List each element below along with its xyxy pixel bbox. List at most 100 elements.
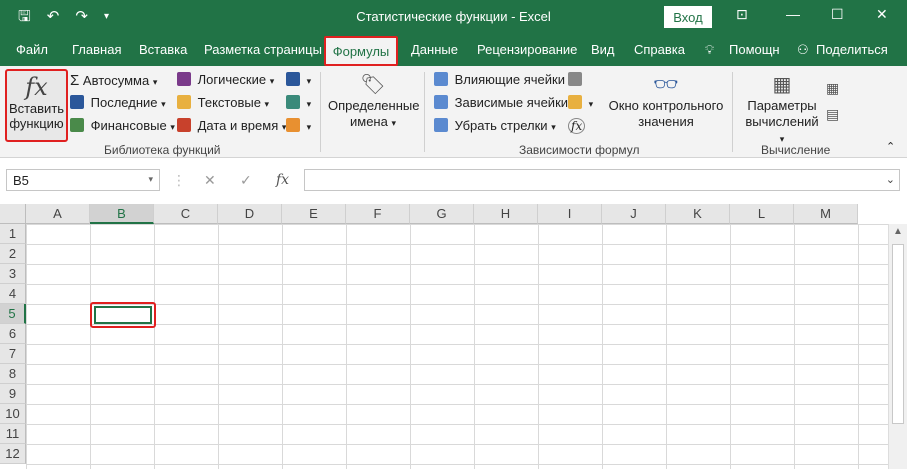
error-checking-button[interactable]: ▾ <box>568 95 593 110</box>
row-header-5[interactable]: 5 <box>0 304 26 324</box>
vertical-scrollbar[interactable]: ▲ <box>888 224 907 469</box>
tab-page-layout[interactable]: Разметка страницы <box>204 42 322 57</box>
scrollbar-thumb[interactable] <box>892 244 904 424</box>
row-header-4[interactable]: 4 <box>0 284 26 304</box>
trace-precedents-button[interactable]: Влияющие ячейки <box>434 72 565 87</box>
row-header-12[interactable]: 12 <box>0 444 26 464</box>
worksheet-grid: ▲ A B C D E F G H I J K L M 1 2 3 4 5 6 7 8 9 10 11 12 <box>0 204 907 469</box>
column-header-g[interactable]: G <box>410 204 474 224</box>
chevron-down-icon: ▾ <box>269 76 275 86</box>
cancel-icon[interactable]: ✕ <box>204 172 216 189</box>
tab-help[interactable]: Справка <box>634 42 685 57</box>
trace-dependents-button[interactable]: Зависимые ячейки <box>434 95 568 110</box>
close-icon[interactable]: ✕ <box>876 6 888 23</box>
row-header-11[interactable]: 11 <box>0 424 26 444</box>
row-header-10[interactable]: 10 <box>0 404 26 424</box>
share-icon: ⚇ <box>797 42 809 57</box>
lookup-icon <box>286 72 300 86</box>
tab-formulas[interactable]: Формулы <box>324 36 398 66</box>
column-header-k[interactable]: K <box>666 204 730 224</box>
lookup-functions-button[interactable]: ▾ <box>286 72 311 87</box>
maximize-icon[interactable]: ☐ <box>831 6 844 23</box>
column-header-c[interactable]: C <box>154 204 218 224</box>
defined-names-button[interactable]: 🏷︎ Определенные имена ▾ <box>328 72 419 131</box>
calculate-now-button[interactable]: ▦ <box>826 80 839 97</box>
minimize-icon[interactable]: — <box>786 6 800 22</box>
expand-formula-icon[interactable]: ⌄ <box>886 173 895 186</box>
column-header-m[interactable]: M <box>794 204 858 224</box>
calculate-sheet-button[interactable]: ▤ <box>826 106 839 123</box>
tab-file[interactable]: Файл <box>16 42 48 57</box>
math-functions-button[interactable]: ▾ <box>286 95 311 110</box>
chevron-down-icon: ▾ <box>551 122 556 132</box>
enter-icon[interactable]: ✓ <box>240 172 252 189</box>
share-button[interactable]: Поделиться <box>816 42 888 57</box>
column-header-h[interactable]: H <box>474 204 538 224</box>
name-box[interactable]: B5 ▾ <box>6 169 160 191</box>
collapse-ribbon-icon[interactable]: ⌃ <box>886 140 895 153</box>
autosum-button[interactable]: Σ Автосумма ▾ <box>70 72 157 89</box>
insert-function-button[interactable]: fx Вставить функцию <box>5 69 68 142</box>
text-icon <box>177 95 191 109</box>
column-header-a[interactable]: A <box>26 204 90 224</box>
financial-functions-button[interactable]: Финансовые ▾ <box>70 118 175 133</box>
show-formulas-button[interactable] <box>568 72 585 87</box>
evaluate-formula-button[interactable]: fx <box>568 118 586 134</box>
column-header-e[interactable]: E <box>282 204 346 224</box>
select-all-button[interactable] <box>0 204 26 224</box>
insert-function-icon[interactable]: fx <box>276 172 289 188</box>
chevron-down-icon: ▾ <box>306 122 312 132</box>
logical-icon <box>177 72 191 86</box>
tab-data[interactable]: Данные <box>411 42 458 57</box>
tab-view[interactable]: Вид <box>591 42 615 57</box>
row-header-3[interactable]: 3 <box>0 264 26 284</box>
title-bar: 🖫 ↶ ↷ ▾ Статистические функции - Excel В… <box>0 0 907 34</box>
row-header-6[interactable]: 6 <box>0 324 26 344</box>
active-cell-b5[interactable] <box>94 306 152 324</box>
recent-functions-button[interactable]: Последние ▾ <box>70 95 166 110</box>
window-title: Статистические функции - Excel <box>356 9 551 24</box>
logical-functions-button[interactable]: Логические ▾ <box>177 72 274 87</box>
column-header-b[interactable]: B <box>90 204 154 224</box>
group-separator <box>320 72 321 152</box>
chevron-down-icon: ▾ <box>264 99 270 109</box>
watch-window-button[interactable]: 👓︎ Окно контрольного значения <box>606 72 726 130</box>
column-header-f[interactable]: F <box>346 204 410 224</box>
tab-insert[interactable]: Вставка <box>139 42 187 57</box>
calculation-options-button[interactable]: ▦ Параметры вычислений ▾ <box>742 72 822 147</box>
row-header-2[interactable]: 2 <box>0 244 26 264</box>
active-cell-highlight <box>90 302 156 328</box>
column-header-j[interactable]: J <box>602 204 666 224</box>
cell-area[interactable] <box>26 224 888 469</box>
calculator-small-icon: ▦ <box>826 80 840 96</box>
remove-arrows-button[interactable]: Убрать стрелки ▾ <box>434 118 556 133</box>
row-header-1[interactable]: 1 <box>0 224 26 244</box>
login-button[interactable]: Вход <box>664 6 712 28</box>
chevron-down-icon: ▾ <box>161 99 166 109</box>
chevron-down-icon: ▾ <box>170 122 175 132</box>
chevron-down-icon: ▾ <box>148 174 153 184</box>
math-icon <box>286 95 300 109</box>
tab-home[interactable]: Главная <box>72 42 121 57</box>
column-header-i[interactable]: I <box>538 204 602 224</box>
column-header-d[interactable]: D <box>218 204 282 224</box>
row-header-9[interactable]: 9 <box>0 384 26 404</box>
ribbon-display-icon[interactable]: ⊡ <box>736 6 748 23</box>
tab-tell-me[interactable]: Помощн <box>729 42 780 57</box>
calc-options-label-2: вычислений <box>745 114 819 129</box>
row-header-8[interactable]: 8 <box>0 364 26 384</box>
scroll-up-icon[interactable]: ▲ <box>893 226 903 237</box>
drag-handle-icon[interactable]: ⋮ <box>172 172 186 189</box>
more-functions-button[interactable]: ▾ <box>286 118 311 133</box>
tab-review[interactable]: Рецензирование <box>477 42 577 57</box>
calc-group-label: Вычисление <box>761 143 831 157</box>
evaluate-formula-icon: fx <box>568 118 586 134</box>
row-header-7[interactable]: 7 <box>0 344 26 364</box>
text-functions-button[interactable]: Текстовые ▾ <box>177 95 269 110</box>
date-time-functions-button[interactable]: Дата и время ▾ <box>177 118 286 133</box>
insert-function-label-2: функцию <box>9 116 64 131</box>
formula-input[interactable]: ⌄ <box>304 169 900 191</box>
column-header-l[interactable]: L <box>730 204 794 224</box>
function-icon: fx <box>25 73 48 101</box>
financial-icon <box>70 118 84 132</box>
